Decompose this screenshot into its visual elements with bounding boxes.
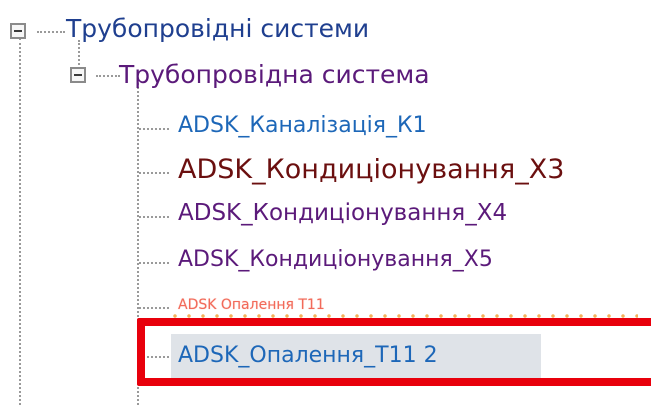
- tree-item-sewer-k1[interactable]: ADSK_Каналізація_К1: [178, 115, 427, 137]
- item-connector-4: [139, 262, 169, 264]
- system-connector: [96, 75, 120, 77]
- project-browser-tree: Трубопровідні системи Трубопровідна сист…: [0, 0, 651, 405]
- tree-item-conditioning-x4[interactable]: ADSK_Кондиціонування_Х4: [178, 202, 507, 225]
- highlight-frame: [137, 318, 651, 386]
- root-connector: [37, 31, 65, 33]
- item-connector-2: [139, 172, 169, 174]
- item-connector-1: [139, 128, 169, 130]
- collapse-root-icon[interactable]: [10, 23, 26, 39]
- item-connector-5: [139, 307, 169, 309]
- item-connector-3: [139, 216, 169, 218]
- tree-item-heating-t11-drag-preview: ADSK Опалення Т11: [178, 297, 325, 313]
- root-tree-line: [19, 38, 21, 405]
- tree-item-conditioning-x5[interactable]: ADSK_Кондиціонування_Х5: [178, 249, 493, 271]
- tree-node-piping-system[interactable]: Трубопровідна система: [119, 62, 430, 87]
- collapse-system-icon[interactable]: [70, 67, 86, 83]
- tree-item-conditioning-x3[interactable]: ADSK_Кондиціонування_Х3: [178, 156, 564, 183]
- tree-node-piping-systems[interactable]: Трубопровідні системи: [66, 16, 369, 41]
